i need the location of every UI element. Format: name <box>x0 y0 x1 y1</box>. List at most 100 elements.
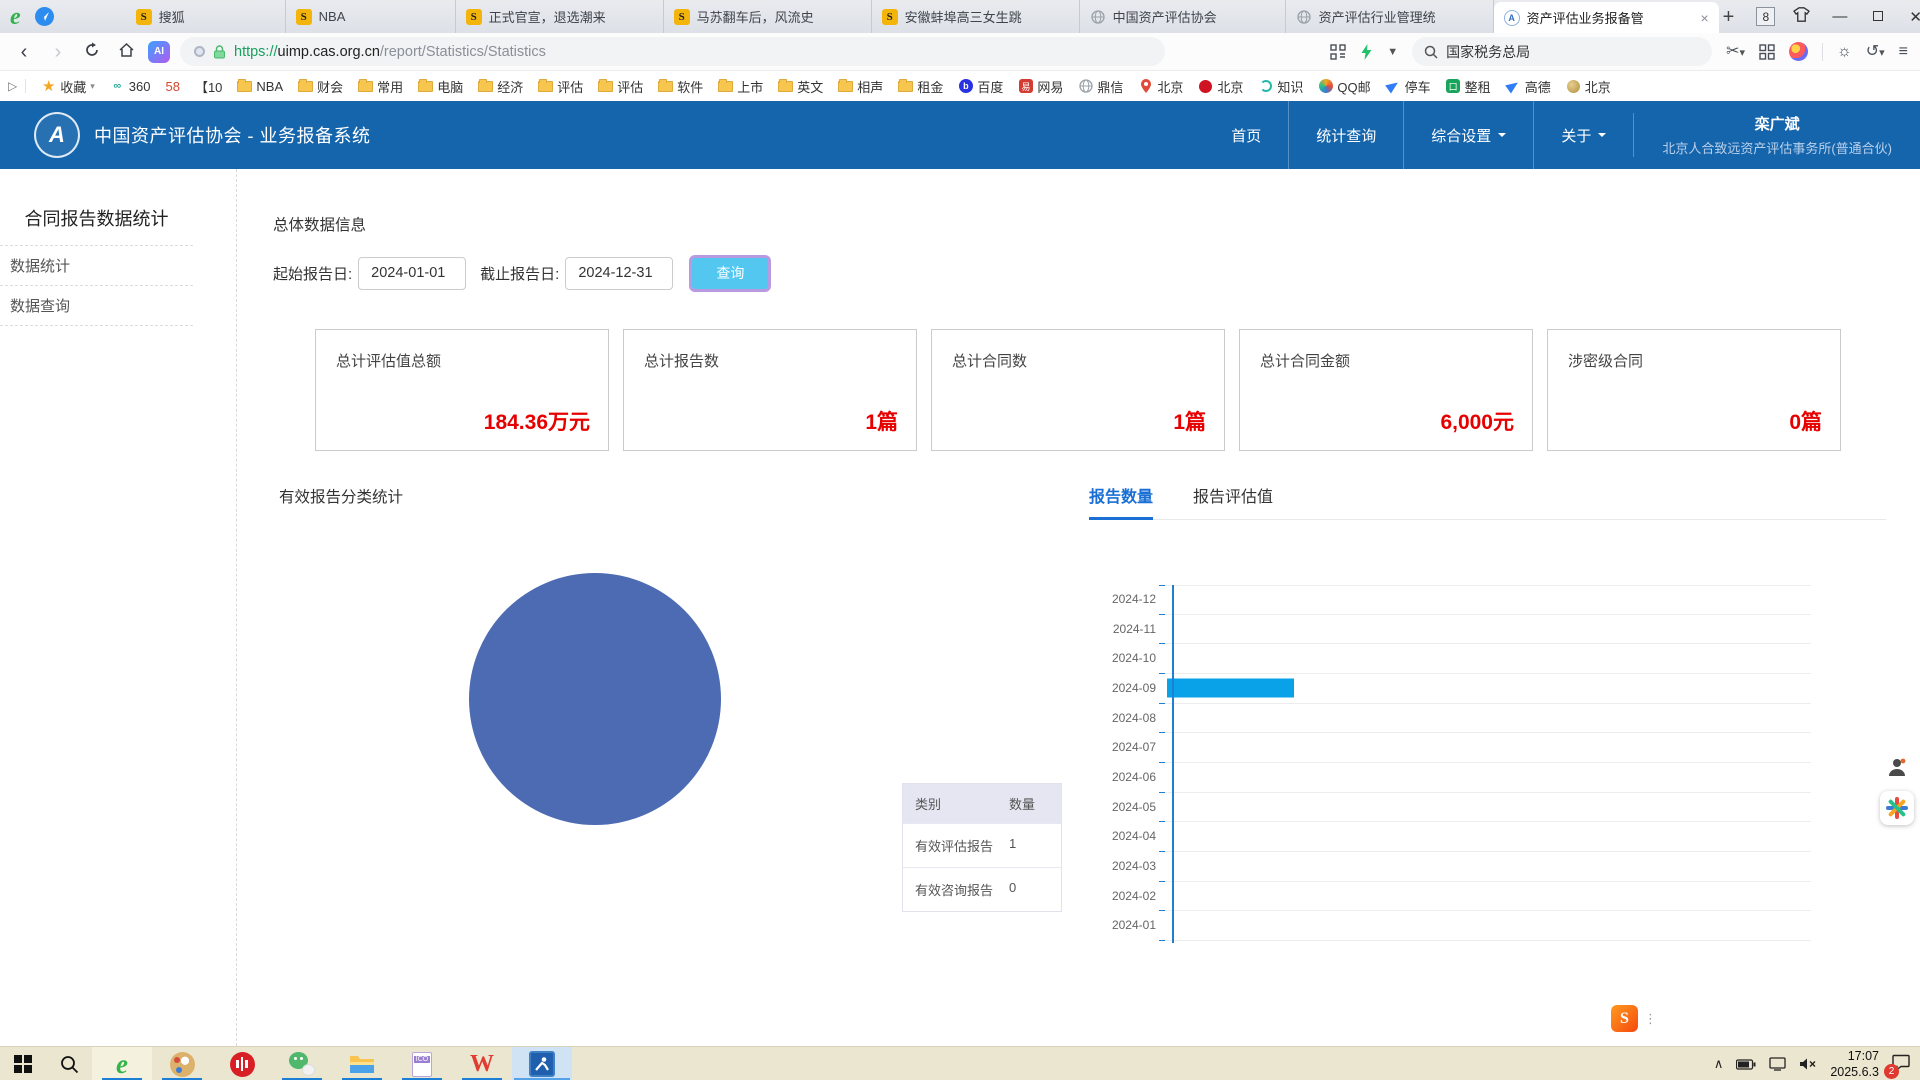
bookmark-item[interactable]: 相声 <box>838 77 883 96</box>
start-date-input[interactable]: 2024-01-01 <box>358 257 466 290</box>
taskbar-search-icon[interactable] <box>46 1047 92 1080</box>
chevron-down-icon <box>1498 133 1506 141</box>
browser-tab[interactable]: 中国资产评估协会 <box>1080 0 1286 33</box>
bookmark-item[interactable]: ∞360 <box>110 79 151 94</box>
taskbar-app-report-client[interactable] <box>512 1047 572 1080</box>
bookmark-item[interactable]: 评估 <box>598 77 643 96</box>
taskbar-app-browser-360[interactable]: e <box>92 1047 152 1080</box>
url-field[interactable]: https://uimp.cas.org.cn/report/Statistic… <box>180 37 1165 66</box>
ai-hub-icon[interactable] <box>1789 42 1808 61</box>
sogou-menu-dots-icon[interactable]: ⋮ <box>1644 1011 1658 1027</box>
bookmark-item[interactable]: 财会 <box>298 77 343 96</box>
close-window-button[interactable]: ✕ <box>1905 8 1920 26</box>
refresh-button[interactable] <box>80 42 104 62</box>
end-date-input[interactable]: 2024-12-31 <box>565 257 673 290</box>
sogou-input-badge[interactable]: S ⋮ <box>1611 1005 1658 1032</box>
bookmark-item[interactable]: 北京 <box>1198 77 1243 96</box>
sidebar-item[interactable]: 数据查询 <box>0 286 193 326</box>
bolt-dropdown-icon[interactable]: ▼ <box>1387 46 1398 58</box>
undo-restore-icon[interactable]: ↺▾ <box>1866 44 1885 60</box>
bookmark-item[interactable]: b百度 <box>958 77 1003 96</box>
volume-muted-icon[interactable] <box>1799 1057 1817 1071</box>
side-ai-star-icon[interactable] <box>1880 791 1914 825</box>
taskbar-app-image-viewer[interactable] <box>392 1047 452 1080</box>
tab-close-icon[interactable]: × <box>1700 10 1708 26</box>
bookmark-item[interactable]: 知识 <box>1258 77 1303 96</box>
tray-expand-icon[interactable]: ∧ <box>1714 1056 1724 1072</box>
accelerator-bolt-icon[interactable] <box>1360 44 1373 60</box>
nav-item-2[interactable]: 综合设置 <box>1403 101 1533 169</box>
bookmark-item[interactable]: 评估 <box>538 77 583 96</box>
nav-item-3[interactable]: 关于 <box>1533 101 1633 169</box>
home-button[interactable] <box>114 42 138 62</box>
user-info[interactable]: 栾广斌 北京人合致远资产评估事务所(普通合伙) <box>1633 113 1920 157</box>
bookmark-item[interactable]: 软件 <box>658 77 703 96</box>
bookmark-item[interactable]: ★收藏▾ <box>41 77 95 96</box>
minimize-button[interactable]: — <box>1828 8 1851 25</box>
taskbar-app-file-explorer[interactable] <box>332 1047 392 1080</box>
clock[interactable]: 17:07 2025.6.3 <box>1830 1048 1879 1080</box>
bookmark-item[interactable]: 易网易 <box>1018 77 1063 96</box>
bookmark-item[interactable]: 停车 <box>1386 77 1431 96</box>
bookmark-item[interactable]: 经济 <box>478 77 523 96</box>
taskbar-app-paint[interactable] <box>152 1047 212 1080</box>
start-button[interactable] <box>0 1047 46 1080</box>
back-button[interactable]: ‹ <box>12 42 36 62</box>
chart-tab[interactable]: 报告数量 <box>1089 483 1153 507</box>
overview-title: 总体数据信息 <box>273 213 366 235</box>
bookmark-item[interactable]: NBA <box>237 79 283 94</box>
night-mode-icon[interactable]: ☼ <box>1837 44 1852 60</box>
taskbar-app-audio-app[interactable] <box>212 1047 272 1080</box>
forward-button[interactable]: › <box>46 42 70 62</box>
browser-tab[interactable]: S马苏翻车后，风流史 <box>664 0 872 33</box>
bookmark-item[interactable]: 口整租 <box>1446 77 1491 96</box>
bookmark-item[interactable]: 英文 <box>778 77 823 96</box>
notification-center-icon[interactable]: 2 <box>1892 1054 1910 1075</box>
navigation-compass-icon[interactable] <box>35 7 54 26</box>
menu-icon[interactable]: ≡ <box>1899 44 1908 60</box>
bookmark-item[interactable]: 租金 <box>898 77 943 96</box>
browser-tab[interactable]: 资产评估行业管理统 <box>1286 0 1494 33</box>
pie-chart[interactable] <box>469 573 721 825</box>
bookmark-item[interactable]: 常用 <box>358 77 403 96</box>
query-button[interactable]: 查询 <box>689 255 771 292</box>
search-box[interactable]: 国家税务总局 <box>1412 37 1712 66</box>
qr-code-icon[interactable] <box>1330 44 1346 60</box>
start-date-label: 起始报告日: <box>273 263 352 284</box>
site-mode-icon[interactable] <box>194 46 205 57</box>
browser-tab[interactable]: S安徽蚌埠高三女生跳 <box>872 0 1080 33</box>
side-person-tool-icon[interactable] <box>1883 753 1911 781</box>
bookmark-item[interactable]: 【10 <box>195 77 222 96</box>
browser-tab[interactable]: A资产评估业务报备管× <box>1494 2 1719 33</box>
taskbar-app-wps-office[interactable]: W <box>452 1047 512 1080</box>
apps-grid-icon[interactable] <box>1759 44 1775 60</box>
new-tab-button[interactable]: + <box>1719 7 1739 27</box>
nav-item-1[interactable]: 统计查询 <box>1288 101 1403 169</box>
bookmark-item[interactable]: 58 <box>165 79 179 94</box>
nav-item-home[interactable]: 首页 <box>1204 101 1288 169</box>
bookmark-item[interactable]: 北京 <box>1566 77 1611 96</box>
screenshot-scissors-icon[interactable]: ✂▾ <box>1726 44 1745 60</box>
bookmarks-expander-icon[interactable]: ▷ <box>8 79 26 93</box>
date-filter-row: 起始报告日: 2024-01-01 截止报告日: 2024-12-31 查询 <box>273 255 771 291</box>
bookmark-item[interactable]: 上市 <box>718 77 763 96</box>
battery-icon[interactable] <box>1736 1059 1756 1070</box>
browser-logo-icon[interactable]: e <box>10 5 21 29</box>
browser-tab[interactable]: S正式官宣，退选潮来 <box>456 0 664 33</box>
bar-chart[interactable]: 2024-122024-112024-102024-092024-082024-… <box>1094 585 1811 941</box>
tab-count-badge[interactable]: 8 <box>1756 7 1775 26</box>
restore-button[interactable] <box>1869 8 1887 25</box>
bookmark-item[interactable]: 北京 <box>1138 77 1183 96</box>
network-display-icon[interactable] <box>1769 1057 1786 1071</box>
bookmark-item[interactable]: 电脑 <box>418 77 463 96</box>
bookmark-item[interactable]: 鼎信 <box>1078 77 1123 96</box>
bookmark-item[interactable]: QQ邮 <box>1318 77 1370 96</box>
bookmark-item[interactable]: 高德 <box>1506 77 1551 96</box>
browser-tab[interactable]: SNBA <box>286 0 456 33</box>
taskbar-app-wechat[interactable] <box>272 1047 332 1080</box>
theme-skin-icon[interactable] <box>1793 7 1810 27</box>
ai-assistant-icon[interactable]: AI <box>148 41 170 63</box>
chart-tab[interactable]: 报告评估值 <box>1193 483 1273 507</box>
browser-tab[interactable]: S搜狐 <box>126 0 286 33</box>
sidebar-item[interactable]: 数据统计 <box>0 246 193 286</box>
